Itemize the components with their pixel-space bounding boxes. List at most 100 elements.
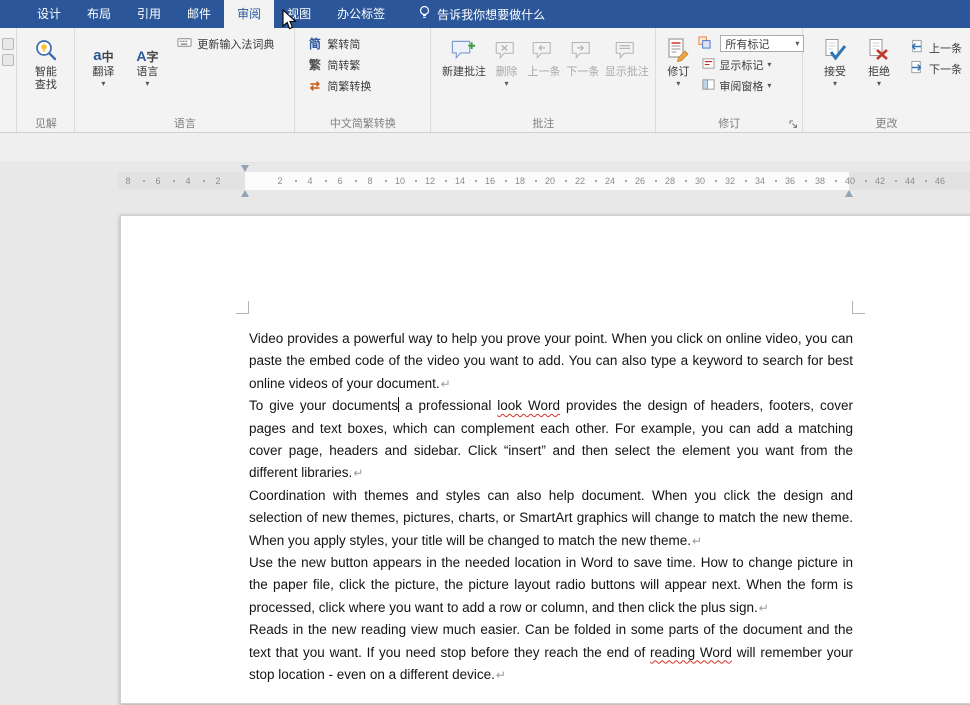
ribbon-group-tracking: 修订 ▾ 所有标记▾ 显示标记 ▾ 审阅窗格 [656, 28, 803, 132]
text-run: To give your documents [249, 398, 398, 413]
tab-references[interactable]: 引用 [124, 0, 174, 28]
tell-me-box[interactable]: 告诉我你想要做什么 [408, 0, 555, 28]
ruler[interactable]: 8642246810121416182022242628303234363840… [118, 172, 970, 190]
ruler-tick [295, 180, 297, 182]
ruler-number: 2 [277, 176, 282, 186]
tab-office-tab[interactable]: 办公标签 [324, 0, 398, 28]
lightbulb-icon [418, 5, 431, 23]
ruler-tick [835, 180, 837, 182]
ruler-number: 4 [307, 176, 312, 186]
dropdown-arrow-icon: ▾ [767, 82, 771, 90]
next-change-label: 下一条 [929, 61, 962, 77]
smart-lookup-icon [33, 35, 59, 63]
group-label-insights: 见解 [17, 115, 74, 131]
ruler-tick [925, 180, 927, 182]
reject-label: 拒绝 [868, 66, 890, 79]
smart-lookup-button[interactable]: 智能查找 [28, 33, 64, 94]
track-changes-button[interactable]: 修订 ▾ [660, 33, 696, 90]
language-button[interactable]: A字 语言 ▾ [129, 33, 165, 90]
conversion-button[interactable]: ⇄ 简繁转换 [303, 75, 375, 96]
paragraph[interactable]: Reads in the new reading view much easie… [249, 619, 853, 686]
next-change-icon [909, 60, 924, 78]
ribbon-document-gap [0, 133, 970, 163]
ruler-number: 6 [155, 176, 160, 186]
show-comments-button[interactable]: 显示批注 [602, 33, 651, 81]
paragraph[interactable]: To give your documents a professional lo… [249, 395, 853, 485]
convert-icon: ⇄ [307, 79, 322, 93]
ruler-number: 8 [125, 176, 130, 186]
simplified-to-traditional-button[interactable]: 繁 简转繁 [303, 54, 375, 75]
show-markup-icon [702, 57, 715, 73]
previous-comment-button[interactable]: 上一条 [525, 33, 564, 81]
hanging-indent-marker[interactable] [241, 190, 249, 197]
tab-mailings[interactable]: 邮件 [174, 0, 224, 28]
tab-review[interactable]: 审阅 [224, 0, 274, 28]
update-ime-dictionary-button[interactable]: 更新输入法词典 [173, 33, 278, 54]
convert-label: 简繁转换 [327, 78, 371, 94]
accept-icon [822, 35, 848, 63]
text-run: Coordination with themes and styles can … [249, 488, 853, 548]
ruler-tick [895, 180, 897, 182]
previous-change-button[interactable]: 上一条 [905, 37, 966, 58]
show-markup-label: 显示标记 [719, 57, 763, 73]
spellcheck-text: reading Word [650, 645, 732, 660]
right-indent-marker[interactable] [845, 190, 853, 197]
paragraph[interactable]: Use the new button appears in the needed… [249, 552, 853, 619]
delete-comment-button[interactable]: 删除 ▾ [489, 33, 525, 90]
first-line-indent-marker[interactable] [241, 165, 249, 172]
dropdown-arrow-icon: ▾ [145, 80, 149, 88]
reviewing-pane-dropdown[interactable]: 审阅窗格 ▾ [698, 75, 804, 96]
translate-button[interactable]: a中 翻译 ▾ [85, 33, 121, 90]
ruler-tick [415, 180, 417, 182]
reject-button[interactable]: 拒绝 ▾ [861, 33, 897, 90]
clipped-button-icon[interactable] [2, 38, 14, 50]
ruler-number: 10 [395, 176, 405, 186]
delete-comment-icon [494, 35, 519, 63]
clipped-button-icon[interactable] [2, 54, 14, 66]
ruler-tick [865, 180, 867, 182]
dropdown-arrow-icon: ▾ [101, 80, 105, 88]
next-comment-button[interactable]: 下一条 [563, 33, 602, 81]
language-icon: A字 [136, 35, 158, 63]
ruler-number: 40 [845, 176, 855, 186]
paragraph[interactable]: Video provides a powerful way to help yo… [249, 328, 853, 395]
ribbon-group-comments: 新建批注 删除 ▾ 上一条 下一条 显示批注 批注 [431, 28, 656, 132]
text-body[interactable]: Video provides a powerful way to help yo… [249, 328, 853, 687]
markup-dropdown[interactable]: 所有标记▾ [698, 33, 804, 54]
accept-button[interactable]: 接受 ▾ [817, 33, 853, 90]
ribbon: 智能查找 见解 a中 翻译 ▾ A字 语言 ▾ 更新输入法词典 语言 [0, 28, 970, 133]
spellcheck-text: look Word [497, 398, 560, 413]
tab-layout[interactable]: 布局 [74, 0, 124, 28]
track-changes-label: 修订 [667, 66, 689, 79]
ruler-number: 24 [605, 176, 615, 186]
reject-icon [866, 35, 892, 63]
ruler-number: 26 [635, 176, 645, 186]
tab-view[interactable]: 视图 [274, 0, 324, 28]
ribbon-group-language: a中 翻译 ▾ A字 语言 ▾ 更新输入法词典 语言 [75, 28, 295, 132]
show-markup-dropdown[interactable]: 显示标记 ▾ [698, 54, 804, 75]
partial-tab[interactable] [0, 0, 24, 28]
ruler-tick [745, 180, 747, 182]
next-change-button[interactable]: 下一条 [905, 58, 966, 79]
ruler-number: 44 [905, 176, 915, 186]
new-comment-button[interactable]: 新建批注 [439, 33, 488, 81]
traditional-to-simplified-button[interactable]: 简 繁转简 [303, 33, 375, 54]
dropdown-arrow-icon: ▾ [505, 80, 509, 88]
group-label-language: 语言 [75, 115, 294, 131]
smart-lookup-label: 智能查找 [33, 66, 59, 92]
ruler-left-margin [118, 172, 245, 190]
group-label-conversion: 中文简繁转换 [295, 115, 430, 131]
ribbon-group-chinese-conversion: 简 繁转简 繁 简转繁 ⇄ 简繁转换 中文简繁转换 [295, 28, 431, 132]
paragraph-mark: ↵ [759, 601, 769, 615]
ruler-number: 4 [185, 176, 190, 186]
ruler-tick [595, 180, 597, 182]
new-comment-label: 新建批注 [442, 66, 486, 79]
accept-label: 接受 [824, 66, 846, 79]
ruler-number: 34 [755, 176, 765, 186]
group-label-changes: 更改 [803, 115, 970, 131]
document-page[interactable]: Video provides a powerful way to help yo… [120, 215, 970, 704]
tab-design[interactable]: 设计 [24, 0, 74, 28]
paragraph[interactable]: Coordination with themes and styles can … [249, 485, 853, 552]
ruler-number: 12 [425, 176, 435, 186]
ruler-tick [203, 180, 205, 182]
